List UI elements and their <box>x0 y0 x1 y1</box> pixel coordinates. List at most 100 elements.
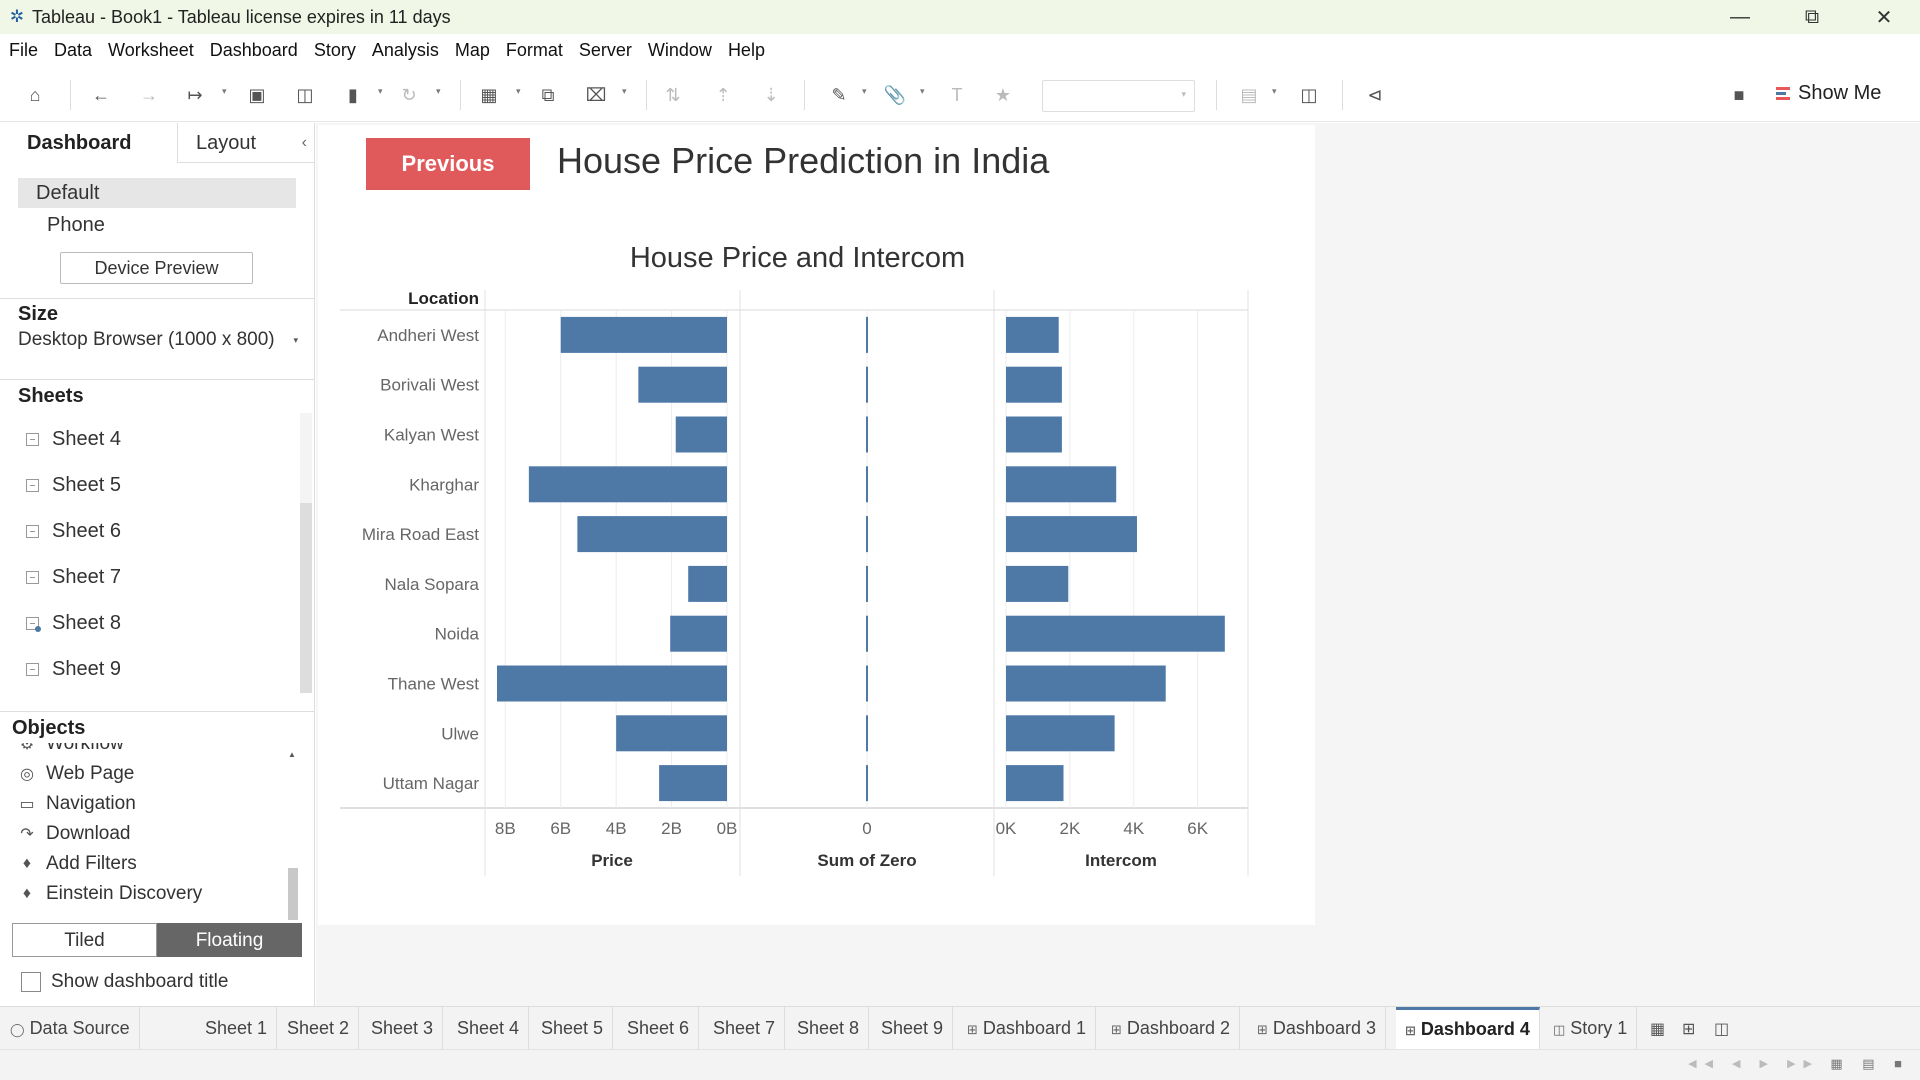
minimize-icon[interactable]: — <box>1704 0 1776 34</box>
highlight-icon[interactable]: ✎ <box>826 82 852 108</box>
menu-window[interactable]: Window <box>640 40 720 61</box>
object-workflow[interactable]: ⚙ Workflow <box>18 743 124 755</box>
new-worksheet-icon[interactable]: ▦ <box>476 82 502 108</box>
sheets-scrollbar[interactable] <box>300 413 312 693</box>
menu-data[interactable]: Data <box>46 40 100 61</box>
house-price-intercom-chart[interactable]: Location Andheri West Borivali West Kalyan … <box>340 284 1260 884</box>
bar <box>1006 715 1115 752</box>
chevron-down-icon[interactable]: ▾ <box>920 86 925 97</box>
sheet-item[interactable]: Sheet 9 <box>26 658 121 681</box>
tab-story-1[interactable]: ◫ Story 1 <box>1544 1007 1638 1050</box>
object-navigation[interactable]: ▭ Navigation <box>18 793 135 815</box>
duplicate-sheet-icon[interactable]: ⧉ <box>535 82 561 108</box>
replace-data-source-icon[interactable]: ↦ <box>182 82 208 108</box>
sheet-item[interactable]: Sheet 8 <box>26 612 121 635</box>
restore-icon[interactable]: ⧉ <box>1776 0 1848 34</box>
chevron-down-icon[interactable]: ▾ <box>222 86 227 97</box>
size-select[interactable]: Desktop Browser (1000 x 800) ▾ <box>18 329 298 351</box>
sheet-item[interactable]: Sheet 6 <box>26 520 121 543</box>
collapse-panel-icon[interactable]: ‹ <box>302 123 307 163</box>
scrollbar-thumb[interactable] <box>300 503 312 693</box>
title-bar: ✲ Tableau - Book1 - Tableau license expi… <box>0 0 1920 34</box>
show-hide-cards-icon[interactable]: ▤ <box>1236 82 1262 108</box>
object-einstein-discovery[interactable]: ♦ Einstein Discovery <box>18 883 202 905</box>
menu-help[interactable]: Help <box>720 40 773 61</box>
tab-sheet-9[interactable]: Sheet 9 <box>872 1007 954 1050</box>
clear-sheet-icon[interactable]: ⌧ <box>583 82 609 108</box>
menu-server[interactable]: Server <box>571 40 640 61</box>
group-members-icon[interactable]: 📎 <box>882 82 908 108</box>
new-data-source-icon[interactable]: ◫ <box>292 82 318 108</box>
menu-map[interactable]: Map <box>447 40 498 61</box>
fix-axes-icon[interactable]: ★ <box>990 82 1016 108</box>
tab-dashboard-2[interactable]: ⊞ Dashboard 2 <box>1102 1007 1240 1050</box>
sheet-item[interactable]: Sheet 7 <box>26 566 121 589</box>
swap-rows-columns-icon[interactable]: ⇅ <box>660 82 686 108</box>
menu-format[interactable]: Format <box>498 40 571 61</box>
fit-selector[interactable]: ▾ <box>1042 80 1195 112</box>
close-icon[interactable]: ✕ <box>1848 0 1920 34</box>
pause-updates-icon[interactable]: ▮ <box>340 82 366 108</box>
show-mark-labels-icon[interactable]: T <box>944 82 970 108</box>
chevron-down-icon[interactable]: ▾ <box>378 86 383 97</box>
tab-dashboard[interactable]: Dashboard <box>0 123 177 163</box>
view-mode-icons[interactable]: ▦ ▤ ■ <box>1830 1056 1910 1072</box>
chevron-down-icon[interactable]: ▾ <box>1272 86 1277 97</box>
tab-sheet-7[interactable]: Sheet 7 <box>704 1007 786 1050</box>
show-dashboard-title-checkbox[interactable] <box>21 972 41 992</box>
menu-dashboard[interactable]: Dashboard <box>202 40 306 61</box>
tab-layout[interactable]: Layout ‹ <box>177 123 315 163</box>
device-default[interactable]: Default <box>18 178 296 208</box>
tab-data-source[interactable]: ◯ Data Source <box>0 1007 140 1050</box>
menu-worksheet[interactable]: Worksheet <box>100 40 202 61</box>
tab-sheet-1[interactable]: Sheet 1 <box>196 1007 278 1050</box>
tab-dashboard-1[interactable]: ⊞ Dashboard 1 <box>958 1007 1096 1050</box>
sheet-item[interactable]: Sheet 5 <box>26 474 121 497</box>
device-preview-button[interactable]: Device Preview <box>60 252 253 284</box>
tab-dashboard-3[interactable]: ⊞ Dashboard 3 <box>1248 1007 1386 1050</box>
floating-toggle[interactable]: Floating <box>157 923 302 957</box>
chevron-down-icon[interactable]: ▾ <box>436 86 441 97</box>
chevron-down-icon[interactable]: ▾ <box>622 86 627 97</box>
tab-dashboard-4[interactable]: ⊞ Dashboard 4 <box>1396 1007 1540 1050</box>
menu-story[interactable]: Story <box>306 40 364 61</box>
menu-file[interactable]: File <box>0 40 46 61</box>
menu-analysis[interactable]: Analysis <box>364 40 447 61</box>
object-web-page[interactable]: ◎ Web Page <box>18 763 134 785</box>
object-add-filters[interactable]: ♦ Add Filters <box>18 853 137 875</box>
tab-sheet-3[interactable]: Sheet 3 <box>362 1007 444 1050</box>
sort-ascending-icon[interactable]: ⇡ <box>710 82 736 108</box>
chevron-down-icon[interactable]: ▾ <box>516 86 521 97</box>
undo-icon[interactable]: ← <box>88 82 114 108</box>
share-icon[interactable]: ⊲ <box>1362 82 1388 108</box>
show-dashboard-title-option[interactable]: Show dashboard title <box>21 971 228 993</box>
tick-label: 6B <box>550 819 571 838</box>
format-painter-icon[interactable]: ■ <box>1726 82 1752 108</box>
sort-descending-icon[interactable]: ⇣ <box>758 82 784 108</box>
objects-scrollbar[interactable]: ▲ ▼ <box>286 748 300 938</box>
tiled-toggle[interactable]: Tiled <box>12 923 157 957</box>
new-dashboard-icon[interactable]: ⊞ <box>1682 1019 1695 1039</box>
home-icon[interactable]: ⌂ <box>22 82 48 108</box>
scrollbar-thumb[interactable] <box>288 868 298 920</box>
tab-sheet-5[interactable]: Sheet 5 <box>532 1007 614 1050</box>
object-download[interactable]: ↷ Download <box>18 823 130 845</box>
presentation-mode-icon[interactable]: ◫ <box>1296 82 1322 108</box>
tab-sheet-8[interactable]: Sheet 8 <box>788 1007 870 1050</box>
tab-sheet-2[interactable]: Sheet 2 <box>278 1007 360 1050</box>
chevron-down-icon[interactable]: ▾ <box>862 86 867 97</box>
new-story-icon[interactable]: ◫ <box>1714 1019 1729 1039</box>
refresh-icon[interactable]: ↻ <box>396 82 422 108</box>
tab-sheet-4[interactable]: Sheet 4 <box>448 1007 530 1050</box>
bar <box>1006 466 1117 503</box>
save-icon[interactable]: ▣ <box>244 82 270 108</box>
new-worksheet-icon[interactable]: ▦ <box>1650 1019 1665 1039</box>
sheet-navigation-icons[interactable]: ◀◀ ◀ ▶ ▶▶ <box>1688 1057 1820 1070</box>
previous-button[interactable]: Previous <box>366 138 530 190</box>
sheet-item[interactable]: Sheet 4 <box>26 428 121 451</box>
device-phone[interactable]: Phone <box>47 210 105 240</box>
show-me-button[interactable]: Show Me <box>1776 82 1881 105</box>
redo-icon[interactable]: → <box>136 82 162 108</box>
scroll-up-icon[interactable]: ▲ <box>288 750 296 759</box>
tab-sheet-6[interactable]: Sheet 6 <box>618 1007 700 1050</box>
